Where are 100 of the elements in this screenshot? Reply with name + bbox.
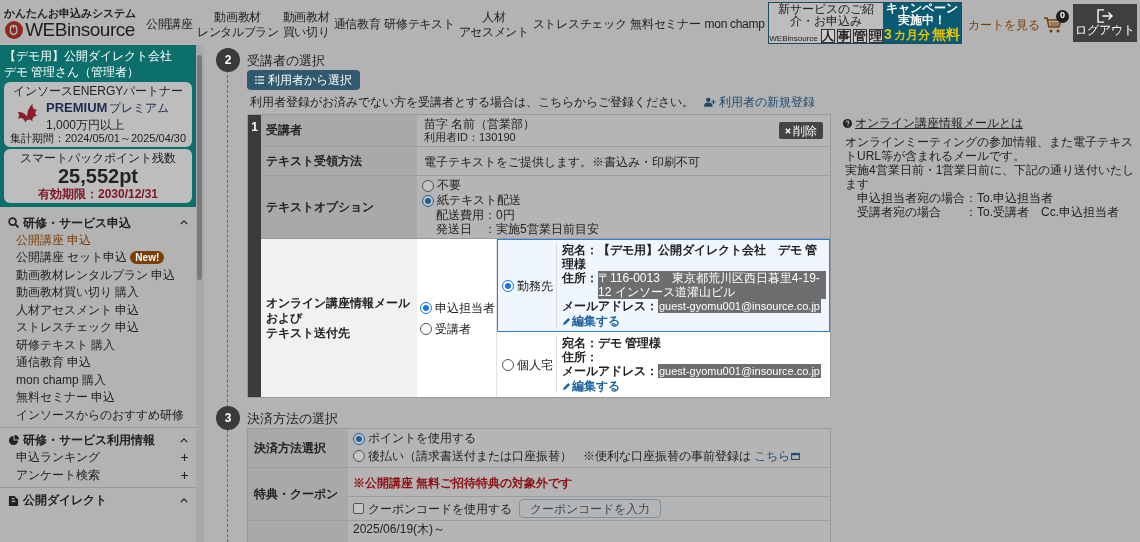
offer-unit: カ月分 <box>893 26 930 44</box>
points-label: スマートパックポイント残数 <box>20 150 176 165</box>
recipient-label[interactable]: 申込担当者 <box>435 298 495 317</box>
row-label: テキスト送付先 <box>266 325 351 341</box>
nav-link[interactable]: 通信教育 <box>333 13 381 32</box>
edit-link[interactable]: 編集する <box>562 314 620 328</box>
row-label: 受講者 <box>266 123 303 138</box>
address-label: 住所： <box>562 350 598 364</box>
nav-link[interactable]: ストレスチェック <box>532 13 627 32</box>
radio-button[interactable] <box>422 194 434 207</box>
sidebar-link[interactable]: 公開講座 セット申込 <box>16 250 128 266</box>
offer-number: 3 <box>884 25 892 42</box>
radio-button[interactable] <box>420 301 432 314</box>
banner-character: 事 <box>836 28 851 43</box>
pencil-icon <box>562 316 571 326</box>
radio-button[interactable] <box>353 450 365 462</box>
option-label[interactable]: 不要 <box>437 178 461 193</box>
destination-option[interactable]: 勤務先 宛名：【デモ用】公開ダイレクト会社 デモ 管理様 住所：〒116-0013 東京都荒川区西日暮里4-19-12 インソース道灌山ビル メールアドレス：guest-gyomu001@insource.co.jp 編集する <box>497 239 830 332</box>
sidebar-link[interactable]: 申込ランキング <box>16 450 100 466</box>
info-text: オンラインミーティングの参加情報、また電子テキストURL等が含まれるメールです。 <box>845 135 1134 163</box>
question-circle-icon <box>843 118 852 128</box>
banner-character: 人 <box>820 28 835 43</box>
user-plus-icon <box>704 97 716 107</box>
banner-brand: WEBinsource <box>769 33 818 43</box>
logo-text[interactable]: WEBinsource <box>25 18 135 41</box>
nav-link[interactable]: 無料セミナー <box>630 13 701 32</box>
points-value: 25,552pt <box>57 164 139 187</box>
nav-link[interactable]: 動画教材 買い切り <box>282 5 330 40</box>
radio-button[interactable] <box>502 279 514 292</box>
nav-link[interactable]: mon champ <box>704 13 765 32</box>
step-title: 受講者の選択 <box>247 52 325 71</box>
sidebar-link[interactable]: 公開講座 申込 <box>16 232 92 248</box>
logout-button[interactable]: ログアウト <box>1073 3 1137 42</box>
sidebar-link[interactable]: 通信教育 申込 <box>16 355 92 371</box>
window-icon <box>791 452 800 460</box>
step-title: 決済方法の選択 <box>247 410 338 429</box>
radio-button[interactable] <box>420 322 432 335</box>
sidebar-link[interactable]: ストレスチェック 申込 <box>16 320 140 336</box>
recipient-label[interactable]: 受講者 <box>435 319 471 338</box>
redacted-address: 〒116-0013 東京都荒川区西日暮里4-19-12 インソース道灌山ビル <box>598 271 826 299</box>
select-users-button[interactable]: 利用者から選択 <box>247 70 360 90</box>
course-date: 2025/06/19(木)～ <box>353 522 447 537</box>
checkbox[interactable] <box>353 503 364 514</box>
info-link[interactable]: オンライン講座情報メールとは <box>843 114 1140 132</box>
delete-button[interactable]: 削除 <box>779 122 823 139</box>
nav-link[interactable]: 人材 アセスメント <box>458 5 529 40</box>
sidebar-link[interactable]: インソースからのおすすめ研修 <box>16 407 184 423</box>
register-note: 利用者登録がお済みでない方を受講者とする場合は、こちらからご登録ください。 <box>250 94 694 111</box>
payment-option[interactable]: 後払い（請求書送付または口座振替） <box>368 448 572 464</box>
sidebar-link[interactable]: mon champ 購入 <box>16 372 107 388</box>
text-method: 電子テキストをご提供します。※書込み・印刷不可 <box>424 155 700 169</box>
row-label: オンライン講座情報メール <box>266 295 411 311</box>
row-label: テキストオプション <box>266 199 375 215</box>
logo-tagline: かんたんお申込みシステム <box>4 6 136 19</box>
email-label: メールアドレス： <box>562 364 658 378</box>
rank-kana: プレミアム <box>109 100 170 117</box>
sidebar-link[interactable]: 無料セミナー 申込 <box>16 390 116 406</box>
period-text: 集計期間：2024/05/01～2025/04/30 <box>9 131 187 145</box>
scrollbar-thumb[interactable] <box>197 55 202 280</box>
radio-button[interactable] <box>502 358 514 371</box>
row-label: 決済方法選択 <box>248 429 348 467</box>
close-icon <box>785 127 791 134</box>
section-title[interactable]: 研修・サービス申込 <box>23 213 131 232</box>
document-icon <box>8 494 19 506</box>
pencil-icon <box>562 381 571 391</box>
rank-threshold: 1,000万円以上 <box>46 117 126 132</box>
info-text: 受講者宛の場合 ：To.受講者 Cc.申込担当者 <box>856 205 1120 219</box>
section-title[interactable]: 研修・サービス利用情報 <box>23 431 155 449</box>
address-label: 住所： <box>562 271 598 285</box>
redacted-email: guest-gyomu001@insource.co.jp <box>658 364 821 378</box>
section-title[interactable]: 公開ダイレクト <box>23 491 107 509</box>
register-link[interactable]: 利用者の新規登録 <box>704 93 815 111</box>
edit-link[interactable]: 編集する <box>562 379 620 393</box>
sidebar-link[interactable]: 動画教材レンタルプラン 申込 <box>16 267 176 283</box>
radio-button[interactable] <box>353 432 365 445</box>
recipient-name: 宛名：【デモ用】公開ダイレクト会社 デモ 管理様 <box>562 243 819 271</box>
registration-link[interactable]: こちら <box>754 447 800 465</box>
info-text: 実施4営業日前・1営業日前に、下記の通り送付いたします <box>845 163 1136 191</box>
sidebar-link[interactable]: アンケート検索 <box>16 467 100 483</box>
radio-button[interactable] <box>422 179 434 192</box>
payment-note: ※便利な口座振替の事前登録は <box>583 448 751 465</box>
option-label[interactable]: 紙テキスト配送 <box>437 193 521 208</box>
pie-chart-icon <box>8 434 19 446</box>
sidebar-link[interactable]: 動画教材買い切り 購入 <box>16 285 140 301</box>
redacted-email: guest-gyomu001@insource.co.jp <box>658 299 821 313</box>
recipient-name: 宛名：デモ 管理様 <box>562 336 663 350</box>
nav-link[interactable]: 動画教材 レンタルプラン <box>196 5 279 40</box>
user-id: 利用者ID：130190 <box>424 131 517 144</box>
nav-link[interactable]: 公開講座 <box>146 13 193 32</box>
nav-link[interactable]: 研修テキスト <box>384 13 455 32</box>
sidebar-link[interactable]: 研修テキスト 購入 <box>16 337 116 353</box>
email-label: メールアドレス： <box>562 299 658 313</box>
payment-option[interactable]: ポイントを使用する <box>368 431 476 446</box>
banner-character: 管 <box>852 28 867 43</box>
logout-icon <box>1096 8 1114 23</box>
info-text: 申込担当者宛の場合：To.申込担当者 <box>856 191 1054 205</box>
coupon-label[interactable]: クーポンコードを使用する <box>368 499 512 518</box>
sidebar-link[interactable]: 人材アセスメント 申込 <box>16 302 140 318</box>
user-name: デモ 管理さん（管理者） <box>4 65 141 80</box>
coupon-code-button[interactable]: クーポンコードを入力 <box>519 499 661 518</box>
